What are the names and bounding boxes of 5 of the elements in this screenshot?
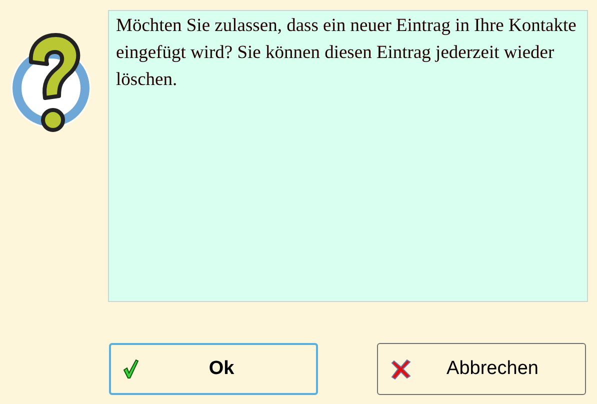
dialog-button[interactable]: Ok (109, 343, 318, 395)
checkmark-icon (123, 359, 139, 379)
cross-icon (390, 358, 412, 380)
message-text: Möchten Sie zulassen, dass ein neuer Eintrag in Ihre Kontakte eingefügt wird? Sie können diesen Eintrag jederzeit wieder löschen. (116, 15, 578, 92)
dialog-button[interactable]: Abbrechen (377, 343, 586, 395)
